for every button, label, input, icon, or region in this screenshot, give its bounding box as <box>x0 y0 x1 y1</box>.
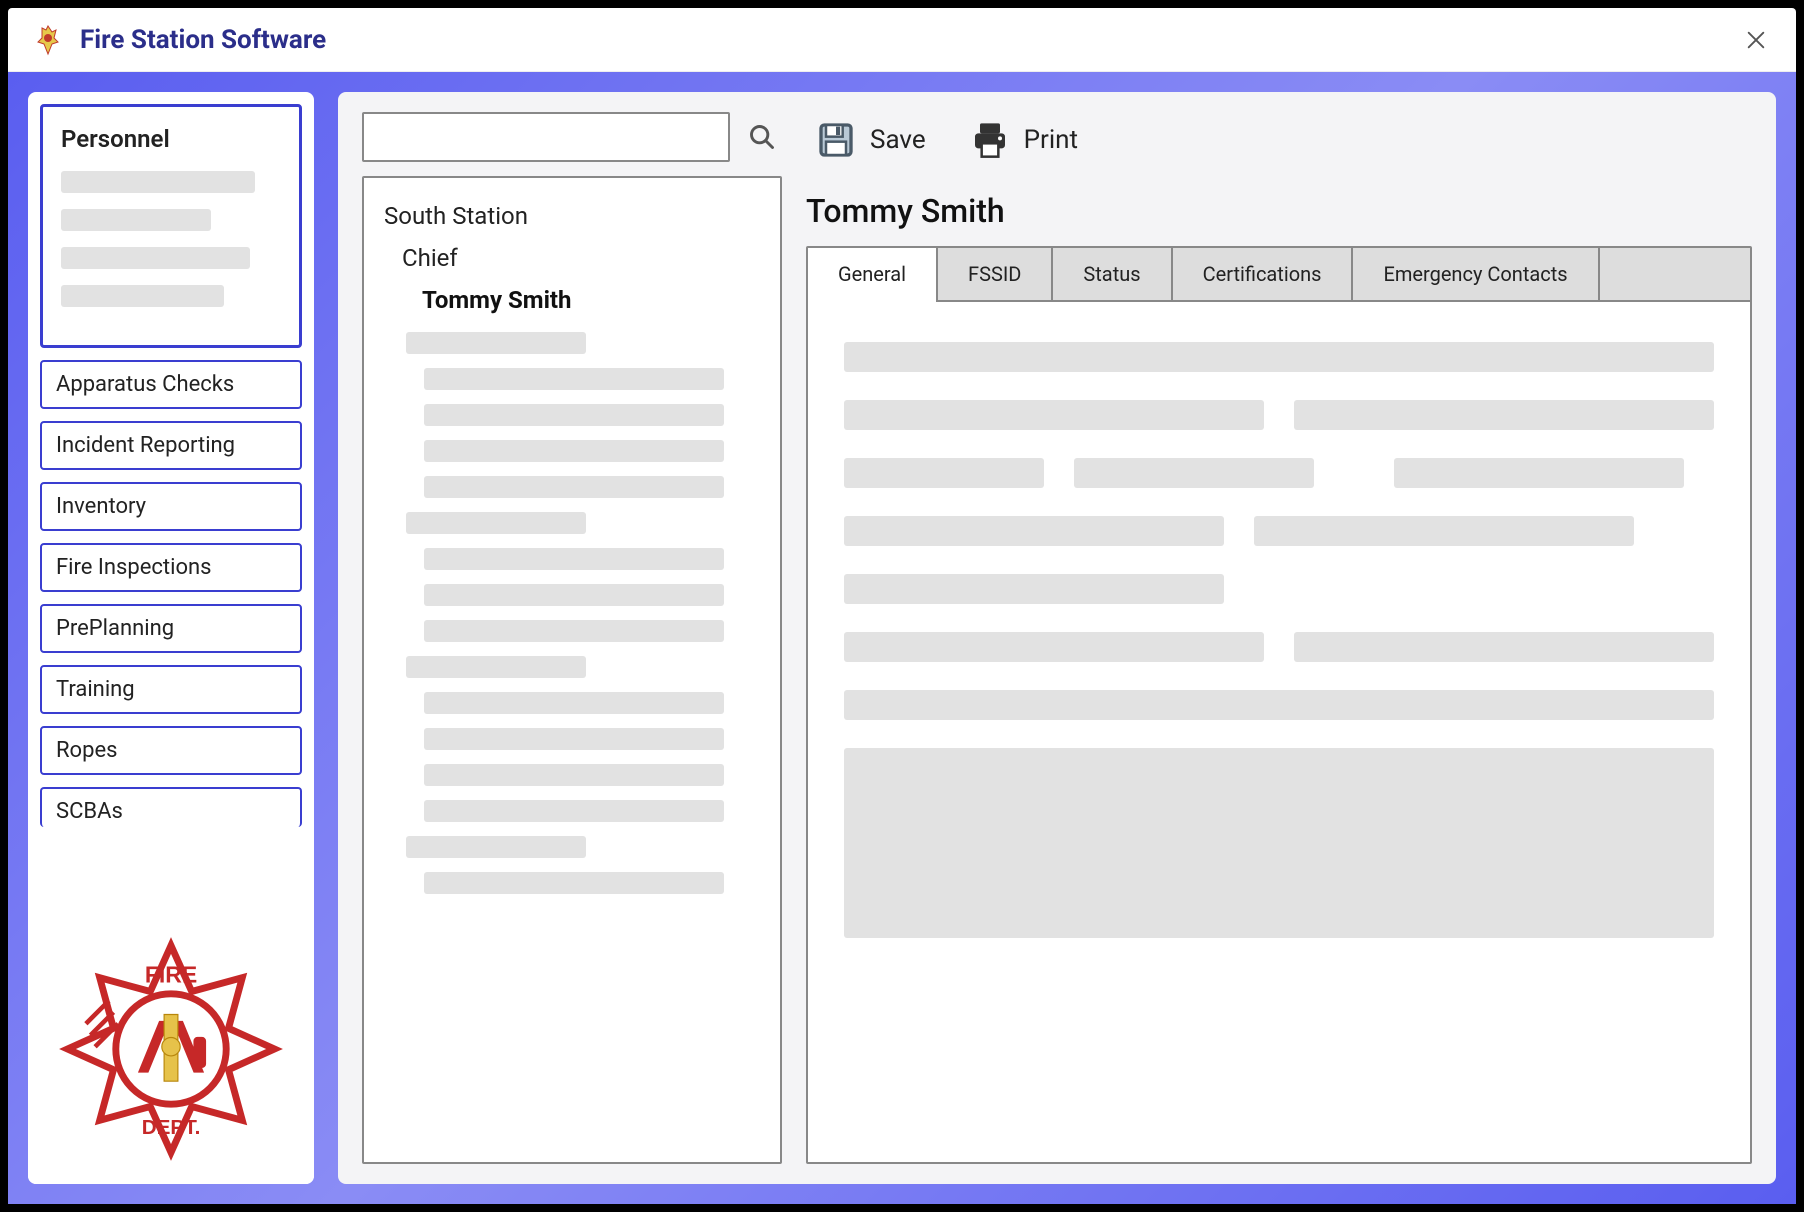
nav-item-label: Incident Reporting <box>56 433 286 458</box>
tab-spacer <box>1600 248 1750 300</box>
nav-item-scbas[interactable]: SCBAs <box>40 787 302 827</box>
nav-item-inventory[interactable]: Inventory <box>40 482 302 531</box>
action-bar: Save Print <box>806 112 1752 168</box>
app-window: Fire Station Software Personnel Apparatu… <box>8 8 1796 1204</box>
detail-column: Save Print Tommy Smith <box>806 112 1752 1164</box>
tree-column: South Station Chief Tommy Smith <box>362 112 782 1164</box>
field-placeholder <box>1254 516 1634 546</box>
field-placeholder <box>1394 458 1684 488</box>
tree-item[interactable] <box>424 620 760 642</box>
tree-item[interactable] <box>424 548 760 570</box>
close-icon <box>1745 29 1767 51</box>
field-placeholder <box>844 458 1044 488</box>
nav-item-label: Training <box>56 677 286 702</box>
tree-item[interactable] <box>424 368 760 390</box>
tree-person-selected[interactable]: Tommy Smith <box>422 286 760 314</box>
tab-fssid[interactable]: FSSID <box>938 248 1053 300</box>
fire-dept-badge-icon: FIRE DEPT. <box>56 934 286 1164</box>
dept-logo-area: FIRE DEPT. <box>28 914 314 1184</box>
sidebar-nav: Personnel Apparatus Checks Incident Repo… <box>28 92 314 914</box>
tree-item[interactable] <box>424 476 760 498</box>
tab-certifications[interactable]: Certifications <box>1173 248 1354 300</box>
svg-text:FIRE: FIRE <box>145 961 197 987</box>
field-placeholder <box>844 690 1714 720</box>
tree-group[interactable] <box>406 332 760 354</box>
tree-item[interactable] <box>424 440 760 462</box>
placeholder <box>61 285 224 307</box>
tree-item[interactable] <box>424 728 760 750</box>
tree-item[interactable] <box>424 584 760 606</box>
print-icon <box>970 120 1010 160</box>
detail-tabs: General FSSID Status Certifications Emer… <box>808 248 1750 302</box>
personnel-tree: South Station Chief Tommy Smith <box>362 176 782 1164</box>
tree-rank[interactable]: Chief <box>402 244 760 272</box>
app-title: Fire Station Software <box>80 25 326 55</box>
tab-emergency-contacts[interactable]: Emergency Contacts <box>1353 248 1599 300</box>
field-placeholder <box>844 516 1224 546</box>
nav-item-label: PrePlanning <box>56 616 286 641</box>
print-button[interactable]: Print <box>970 120 1078 160</box>
tab-status[interactable]: Status <box>1053 248 1172 300</box>
field-placeholder <box>844 574 1224 604</box>
search-button[interactable] <box>742 117 782 157</box>
notes-placeholder <box>844 748 1714 938</box>
search-row <box>362 112 782 162</box>
tree-item[interactable] <box>424 764 760 786</box>
save-label: Save <box>870 125 926 155</box>
tab-content-general <box>808 302 1750 1162</box>
save-icon <box>816 120 856 160</box>
search-input[interactable] <box>362 112 730 162</box>
placeholder <box>61 209 211 231</box>
nav-item-ropes[interactable]: Ropes <box>40 726 302 775</box>
nav-item-incident-reporting[interactable]: Incident Reporting <box>40 421 302 470</box>
tree-item[interactable] <box>424 872 760 894</box>
tree-item[interactable] <box>424 404 760 426</box>
tree-item[interactable] <box>424 692 760 714</box>
sidebar: Personnel Apparatus Checks Incident Repo… <box>28 92 314 1184</box>
tree-station[interactable]: South Station <box>384 202 760 230</box>
field-placeholder <box>1074 458 1314 488</box>
field-placeholder <box>1294 632 1714 662</box>
nav-item-label: Apparatus Checks <box>56 372 286 397</box>
nav-item-personnel[interactable]: Personnel <box>40 104 302 348</box>
detail-title: Tommy Smith <box>806 192 1752 230</box>
save-button[interactable]: Save <box>816 120 926 160</box>
field-placeholder <box>844 400 1264 430</box>
tab-general[interactable]: General <box>808 248 938 300</box>
titlebar: Fire Station Software <box>8 8 1796 72</box>
nav-item-label: Ropes <box>56 738 286 763</box>
print-label: Print <box>1024 125 1078 155</box>
tree-group[interactable] <box>406 656 760 678</box>
field-placeholder <box>1294 400 1714 430</box>
app-logo-icon <box>32 24 64 56</box>
content-area: Personnel Apparatus Checks Incident Repo… <box>8 72 1796 1204</box>
tree-group[interactable] <box>406 836 760 858</box>
nav-item-preplanning[interactable]: PrePlanning <box>40 604 302 653</box>
tree-item[interactable] <box>424 800 760 822</box>
placeholder <box>61 171 255 193</box>
nav-item-fire-inspections[interactable]: Fire Inspections <box>40 543 302 592</box>
tree-group[interactable] <box>406 512 760 534</box>
nav-item-label: Inventory <box>56 494 286 519</box>
close-button[interactable] <box>1740 24 1772 56</box>
nav-item-apparatus-checks[interactable]: Apparatus Checks <box>40 360 302 409</box>
field-placeholder <box>844 342 1714 372</box>
nav-item-label: SCBAs <box>56 799 286 824</box>
nav-item-training[interactable]: Training <box>40 665 302 714</box>
nav-item-label: Fire Inspections <box>56 555 286 580</box>
placeholder <box>61 247 250 269</box>
field-placeholder <box>844 632 1264 662</box>
search-icon <box>748 123 776 151</box>
main-panel: South Station Chief Tommy Smith <box>338 92 1776 1184</box>
detail-panel: General FSSID Status Certifications Emer… <box>806 246 1752 1164</box>
nav-item-label: Personnel <box>61 125 281 153</box>
svg-text:DEPT.: DEPT. <box>142 1116 201 1139</box>
